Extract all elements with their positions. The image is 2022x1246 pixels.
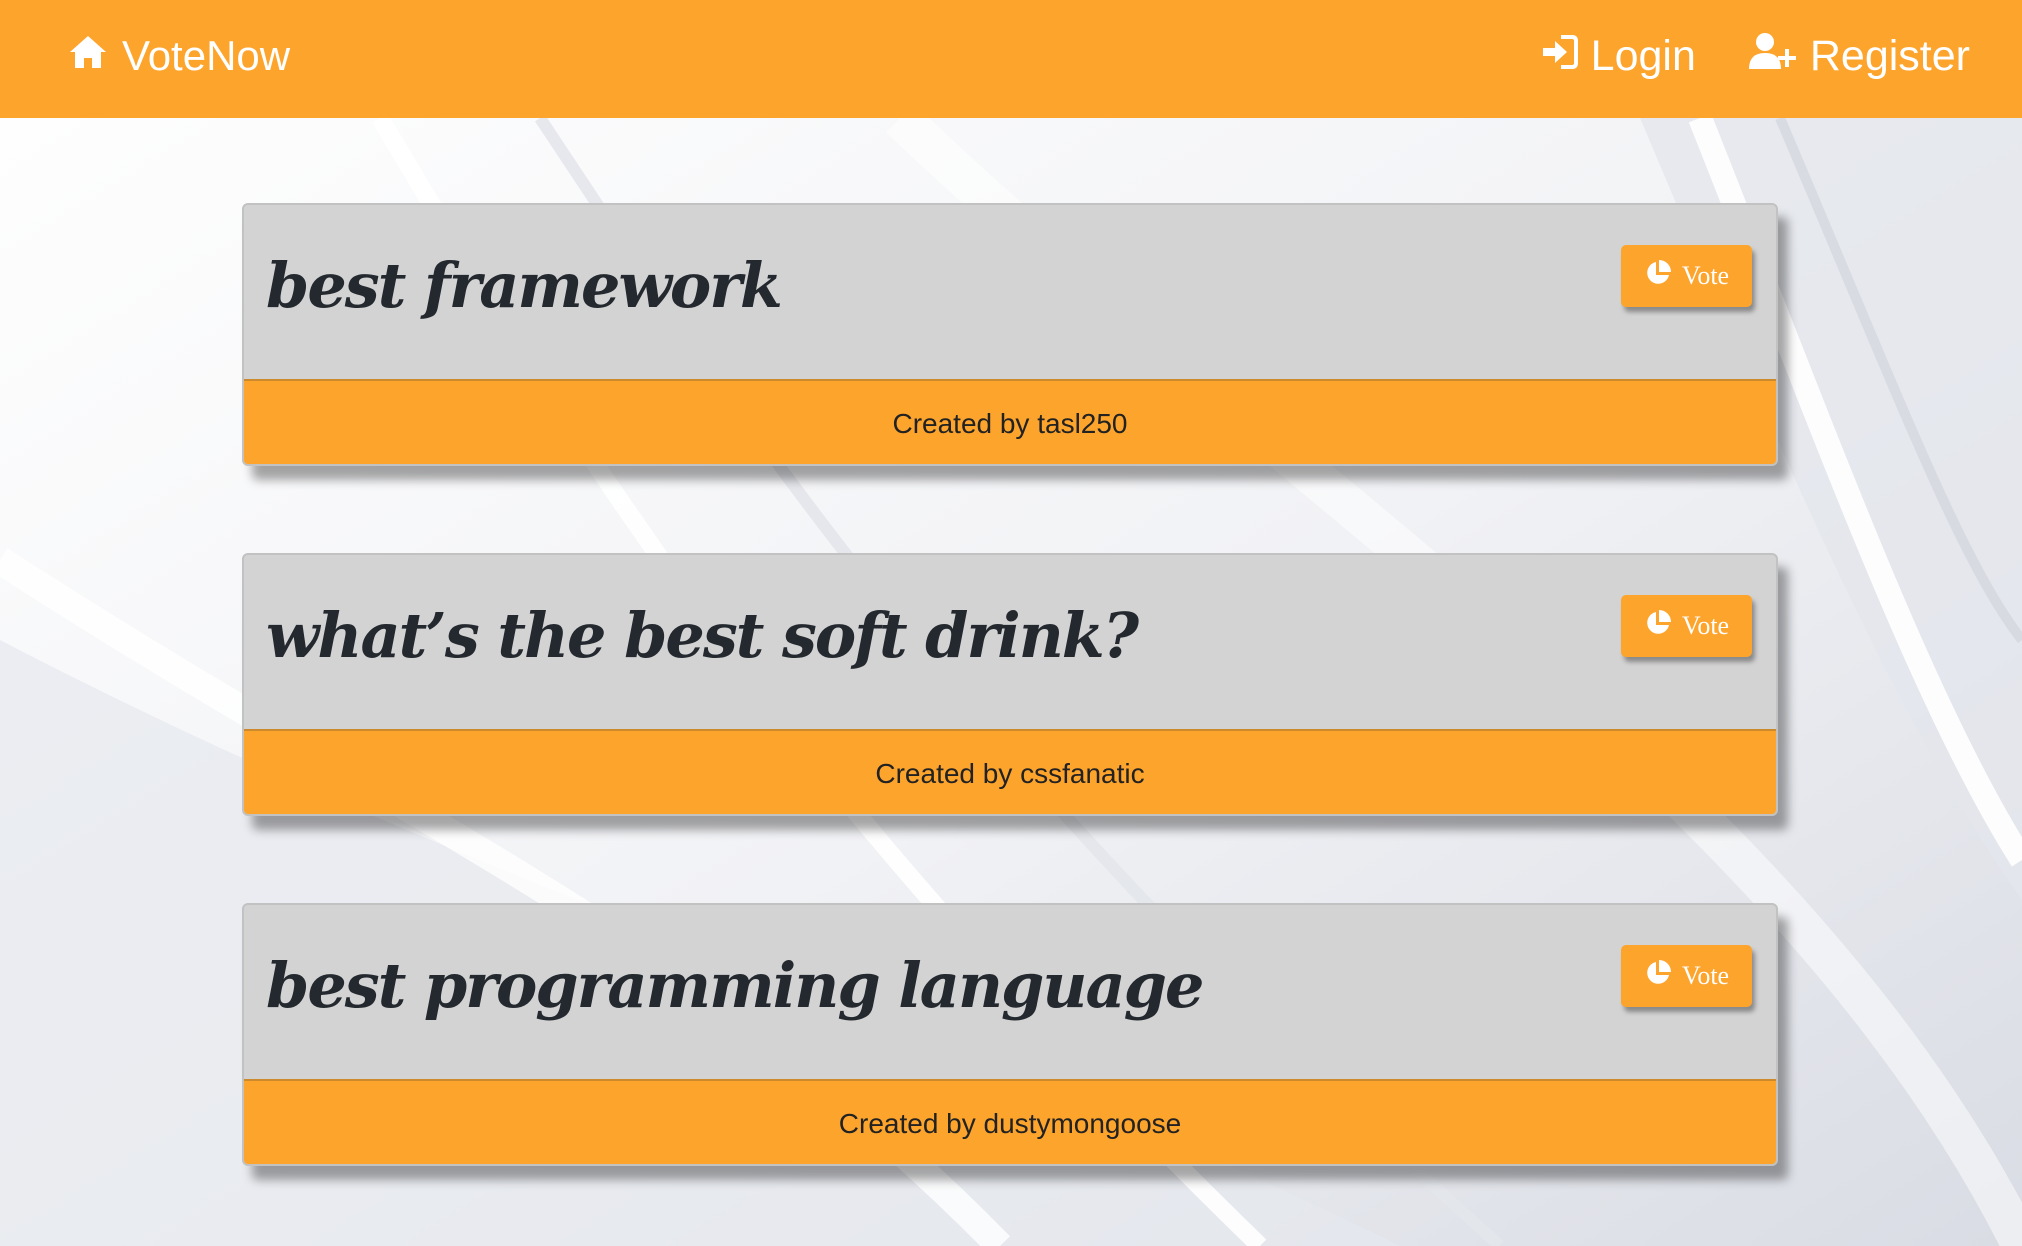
- poll-card-footer: Created by cssfanatic: [244, 731, 1776, 814]
- pie-chart-icon: [1644, 609, 1682, 644]
- brand-link[interactable]: VoteNow: [68, 30, 290, 82]
- brand-label: VoteNow: [122, 32, 291, 79]
- poll-card-footer: Created by tasl250: [244, 381, 1776, 464]
- pie-chart-icon: [1644, 259, 1682, 294]
- pie-chart-icon: [1644, 959, 1682, 994]
- poll-card-header: best framework Vote: [244, 205, 1776, 381]
- login-label: Login: [1590, 31, 1696, 80]
- register-link[interactable]: Register: [1748, 32, 1970, 81]
- poll-card-header: best programming language Vote: [244, 905, 1776, 1081]
- vote-button[interactable]: Vote: [1621, 945, 1752, 1007]
- home-icon: [68, 32, 122, 80]
- poll-card[interactable]: what’s the best soft drink? Vote Created…: [242, 553, 1778, 816]
- vote-label: Vote: [1681, 261, 1730, 290]
- created-by-prefix: Created by: [838, 1107, 976, 1139]
- poll-card-header: what’s the best soft drink? Vote: [244, 555, 1776, 731]
- sign-in-icon: [1541, 32, 1591, 81]
- poll-title: what’s the best soft drink?: [266, 599, 1139, 672]
- poll-title: best framework: [266, 249, 783, 322]
- poll-author: dustymongoose: [983, 1107, 1182, 1139]
- created-by-prefix: Created by: [892, 407, 1030, 439]
- register-label: Register: [1809, 31, 1970, 80]
- top-navbar: VoteNow Login Register: [0, 0, 2022, 118]
- poll-list: best framework Vote Created by tasl250 w…: [242, 203, 1778, 1246]
- login-link[interactable]: Login: [1541, 32, 1696, 81]
- poll-author: cssfanatic: [1020, 757, 1145, 789]
- vote-label: Vote: [1681, 611, 1730, 640]
- user-plus-icon: [1748, 32, 1810, 81]
- poll-card[interactable]: best framework Vote Created by tasl250: [242, 203, 1778, 466]
- poll-card[interactable]: best programming language Vote Created b…: [242, 903, 1778, 1166]
- poll-card-footer: Created by dustymongoose: [244, 1081, 1776, 1164]
- vote-button[interactable]: Vote: [1621, 245, 1752, 307]
- vote-label: Vote: [1681, 961, 1730, 990]
- created-by-prefix: Created by: [875, 757, 1013, 789]
- poll-author: tasl250: [1037, 407, 1128, 439]
- vote-button[interactable]: Vote: [1621, 595, 1752, 657]
- nav-links: Login Register: [1489, 30, 1970, 82]
- poll-title: best programming language: [266, 949, 1204, 1022]
